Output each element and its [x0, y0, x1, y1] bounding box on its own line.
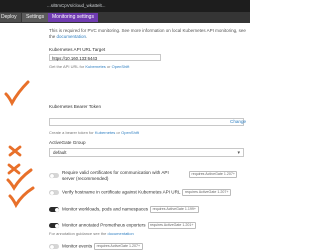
- page: ...s/BmCpVs/cloud_wkattelt... Deploy Set…: [0, 0, 250, 250]
- annotation-layer: [4, 80, 35, 209]
- checkmark-annotation: [8, 186, 35, 209]
- cross-annotation: [8, 145, 22, 157]
- cross-annotation: [7, 163, 21, 175]
- checkmark-annotation: [4, 80, 30, 107]
